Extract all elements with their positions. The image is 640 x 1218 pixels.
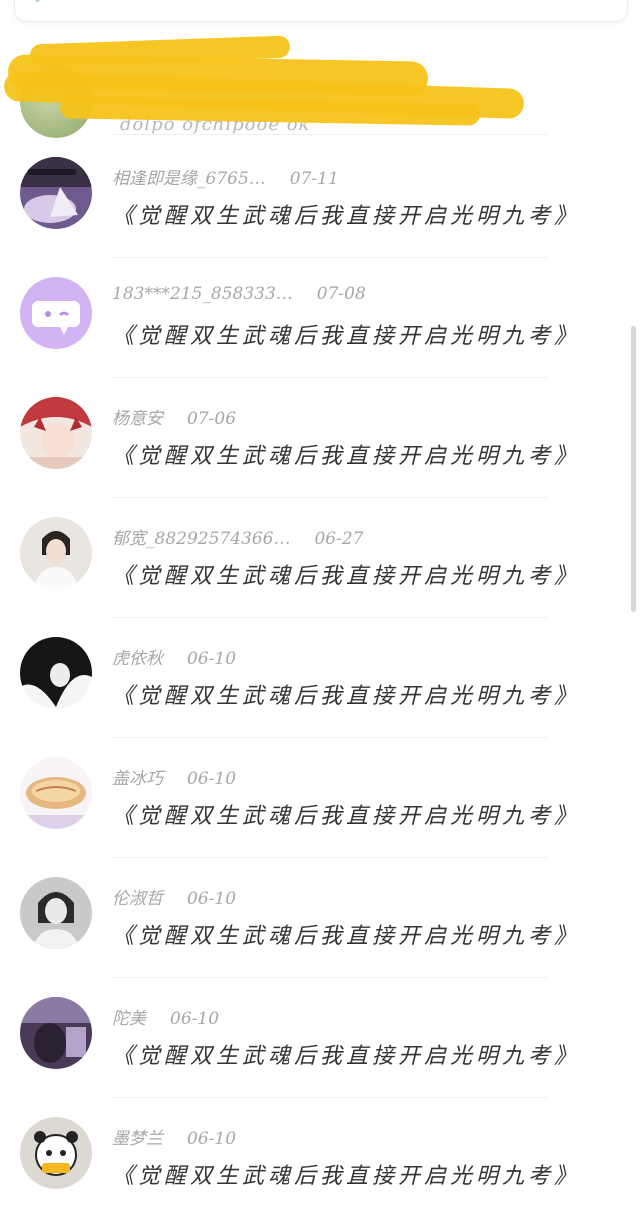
user-name[interactable]: 陀美: [112, 1004, 146, 1029]
date: 06-10: [170, 1009, 220, 1029]
comment-list: 相逢即是缘_6765… 07-11 《觉醒双生武魂后我直接开启光明九考》 183*…: [0, 138, 640, 1218]
user-name[interactable]: 183***215_858333…: [112, 284, 293, 304]
girl-portrait-avatar[interactable]: [20, 517, 92, 589]
book-title[interactable]: 《觉醒双生武魂后我直接开启光明九考》: [112, 918, 580, 950]
date: 07-11: [289, 169, 339, 189]
user-name[interactable]: 杨意安: [112, 404, 163, 429]
pancake-avatar[interactable]: [20, 757, 92, 829]
list-item[interactable]: 杨意安 07-06 《觉醒双生武魂后我直接开启光明九考》: [0, 378, 640, 498]
chat-bubble-avatar[interactable]: [20, 277, 92, 349]
list-item[interactable]: 盖冰巧 06-10 《觉醒双生武魂后我直接开启光明九考》: [0, 738, 640, 858]
book-title[interactable]: 《觉醒双生武魂后我直接开启光明九考》: [112, 678, 580, 710]
panda-cartoon-avatar[interactable]: [20, 1117, 92, 1189]
user-name[interactable]: 盖冰巧: [112, 764, 163, 789]
list-item[interactable]: 虎依秋 06-10 《觉醒双生武魂后我直接开启光明九考》: [0, 618, 640, 738]
user-name[interactable]: 墨梦兰: [112, 1124, 163, 1149]
book-title[interactable]: 《觉醒双生武魂后我直接开启光明九考》: [112, 198, 580, 230]
book-title[interactable]: 《觉醒双生武魂后我直接开启光明九考》: [112, 438, 580, 470]
date: 06-10: [187, 649, 237, 669]
book-title[interactable]: 《觉醒双生武魂后我直接开启光明九考》: [112, 318, 580, 350]
list-item[interactable]: 相逢即是缘_6765… 07-11 《觉醒双生武魂后我直接开启光明九考》: [0, 138, 640, 258]
date: 07-06: [187, 409, 237, 429]
list-item[interactable]: 183***215_858333… 07-08 《觉醒双生武魂后我直接开启光明九考…: [0, 258, 640, 378]
divider: [112, 134, 548, 135]
bw-girl-avatar[interactable]: [20, 637, 92, 709]
previous-card: [14, 0, 628, 22]
date: 06-10: [187, 889, 237, 909]
book-title[interactable]: 《觉醒双生武魂后我直接开启光明九考》: [112, 798, 580, 830]
user-name[interactable]: 郁宽_88292574366…: [112, 524, 290, 549]
gray-portrait-avatar[interactable]: [20, 877, 92, 949]
list-item[interactable]: 墨梦兰 06-10 《觉醒双生武魂后我直接开启光明九考》: [0, 1098, 640, 1218]
fox-girl-avatar[interactable]: [20, 397, 92, 469]
book-title[interactable]: 《觉醒双生武魂后我直接开启光明九考》: [112, 1158, 580, 1190]
date: 06-10: [187, 769, 237, 789]
user-name[interactable]: 虎依秋: [112, 644, 163, 669]
redacted-list-item[interactable]: dolpo ofchipooe ok: [0, 28, 640, 138]
date: 06-10: [187, 1129, 237, 1149]
user-name[interactable]: 相逢即是缘_6765…: [112, 164, 266, 189]
list-item[interactable]: 郁宽_88292574366… 06-27 《觉醒双生武魂后我直接开启光明九考》: [0, 498, 640, 618]
date: 07-08: [316, 284, 366, 304]
book-title[interactable]: 《觉醒双生武魂后我直接开启光明九考》: [112, 1038, 580, 1070]
list-item[interactable]: 陀美 06-10 《觉醒双生武魂后我直接开启光明九考》: [0, 978, 640, 1098]
chevron-down-icon: ⌄: [30, 0, 45, 7]
scrollbar[interactable]: [631, 326, 636, 612]
purple-scene-avatar[interactable]: [20, 157, 92, 229]
dark-photo-avatar[interactable]: [20, 997, 92, 1069]
user-name[interactable]: 伦淑哲: [112, 884, 163, 909]
book-title[interactable]: 《觉醒双生武魂后我直接开启光明九考》: [112, 558, 580, 590]
list-item[interactable]: 伦淑哲 06-10 《觉醒双生武魂后我直接开启光明九考》: [0, 858, 640, 978]
date: 06-27: [314, 529, 364, 549]
